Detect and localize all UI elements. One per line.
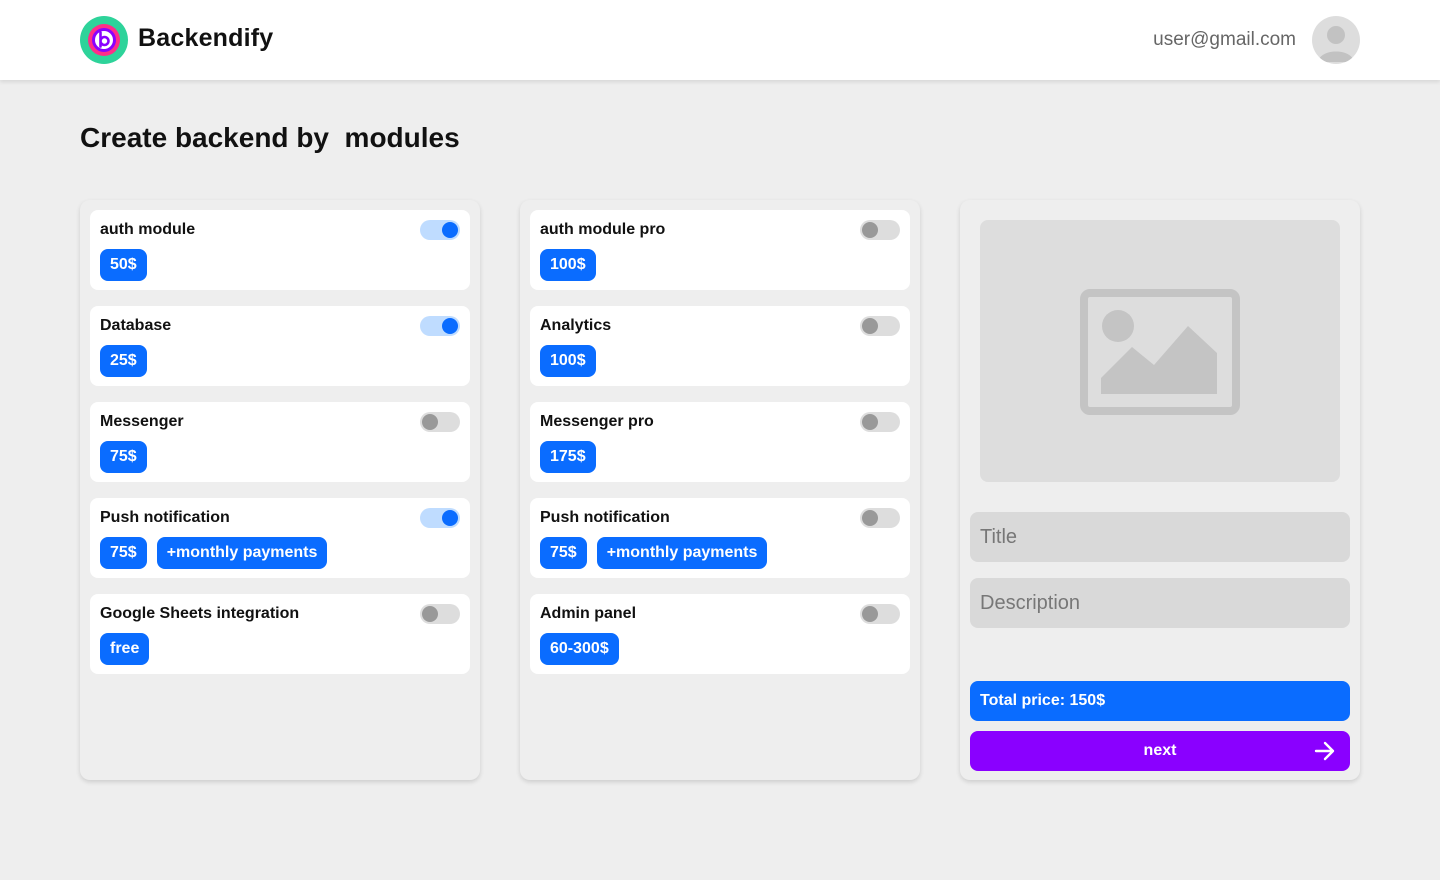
price-tag: 60-300$: [540, 633, 619, 665]
price-tag: 100$: [540, 345, 596, 377]
toggle-knob: [862, 222, 878, 238]
price-tag: 100$: [540, 249, 596, 281]
module-toggle[interactable]: [420, 412, 460, 432]
toggle-knob: [422, 606, 438, 622]
module-tags: 100$: [540, 345, 596, 377]
module-card: Push notification 75$ +monthly payments: [530, 498, 910, 578]
modules-column-pro: auth module pro 100$ Analytics 100$ Mess…: [520, 200, 920, 780]
module-toggle[interactable]: [420, 220, 460, 240]
module-name: Admin panel: [540, 605, 637, 622]
module-name: Messenger pro: [540, 413, 654, 430]
module-card: Push notification 75$ +monthly payments: [90, 498, 470, 578]
toggle-knob: [862, 510, 878, 526]
module-name: Push notification: [100, 509, 230, 526]
price-tag: 175$: [540, 441, 596, 473]
module-toggle[interactable]: [420, 316, 460, 336]
billing-tag: +monthly payments: [596, 537, 768, 569]
next-button[interactable]: next: [970, 731, 1350, 771]
module-card: Database 25$: [90, 306, 470, 386]
module-tags: 75$ +monthly payments: [540, 537, 768, 569]
module-name: Push notification: [540, 509, 670, 526]
module-card: Analytics 100$: [530, 306, 910, 386]
price-tag: free: [100, 633, 150, 665]
module-toggle[interactable]: [420, 604, 460, 624]
title-input[interactable]: [970, 512, 1350, 562]
module-tags: free: [100, 633, 150, 665]
module-name: Messenger: [100, 413, 184, 430]
next-button-label: next: [1143, 742, 1177, 759]
module-tags: 100$: [540, 249, 596, 281]
project-image-upload[interactable]: [980, 220, 1340, 482]
module-tags: 25$: [100, 345, 147, 377]
price-tag: 75$: [540, 537, 587, 569]
toggle-knob: [422, 414, 438, 430]
module-name: Database: [100, 317, 172, 334]
user-avatar-icon[interactable]: [1312, 16, 1360, 64]
toggle-knob: [862, 606, 878, 622]
module-toggle[interactable]: [860, 220, 900, 240]
modules-column-basic: auth module 50$ Database 25$ Messenger 7…: [80, 200, 480, 780]
price-tag: 75$: [100, 441, 147, 473]
module-card: auth module 50$: [90, 210, 470, 290]
module-tags: 75$ +monthly payments: [100, 537, 328, 569]
toggle-knob: [862, 318, 878, 334]
description-input[interactable]: [970, 578, 1350, 628]
module-tags: 175$: [540, 441, 596, 473]
top-bar: Backendify user@gmail.com: [0, 0, 1440, 80]
arrow-right-icon: [1314, 741, 1335, 761]
price-tag: 50$: [100, 249, 147, 281]
module-name: auth module pro: [540, 221, 666, 238]
module-card: Admin panel 60-300$: [530, 594, 910, 674]
billing-tag: +monthly payments: [156, 537, 328, 569]
backendify-logo-icon[interactable]: [80, 16, 128, 64]
module-toggle[interactable]: [420, 508, 460, 528]
module-card: Messenger pro 175$: [530, 402, 910, 482]
module-tags: 60-300$: [540, 633, 619, 665]
module-tags: 75$: [100, 441, 147, 473]
app-name[interactable]: Backendify: [138, 24, 273, 53]
toggle-knob: [862, 414, 878, 430]
module-card: Google Sheets integration free: [90, 594, 470, 674]
module-toggle[interactable]: [860, 604, 900, 624]
toggle-knob: [442, 222, 458, 238]
page-title: Create backend by modules: [80, 122, 460, 153]
module-toggle[interactable]: [860, 412, 900, 432]
price-tag: 25$: [100, 345, 147, 377]
image-placeholder-icon: [1080, 289, 1240, 415]
user-email: user@gmail.com: [1153, 29, 1296, 50]
module-toggle[interactable]: [860, 316, 900, 336]
toggle-knob: [442, 510, 458, 526]
module-toggle[interactable]: [860, 508, 900, 528]
module-name: Google Sheets integration: [100, 605, 300, 622]
module-card: auth module pro 100$: [530, 210, 910, 290]
summary-panel: Total price: 150$ next: [960, 200, 1360, 780]
price-tag: 75$: [100, 537, 147, 569]
total-price-label: Total price: 150$: [970, 681, 1350, 721]
module-name: Analytics: [540, 317, 612, 334]
module-tags: 50$: [100, 249, 147, 281]
module-name: auth module: [100, 221, 196, 238]
module-card: Messenger 75$: [90, 402, 470, 482]
toggle-knob: [442, 318, 458, 334]
